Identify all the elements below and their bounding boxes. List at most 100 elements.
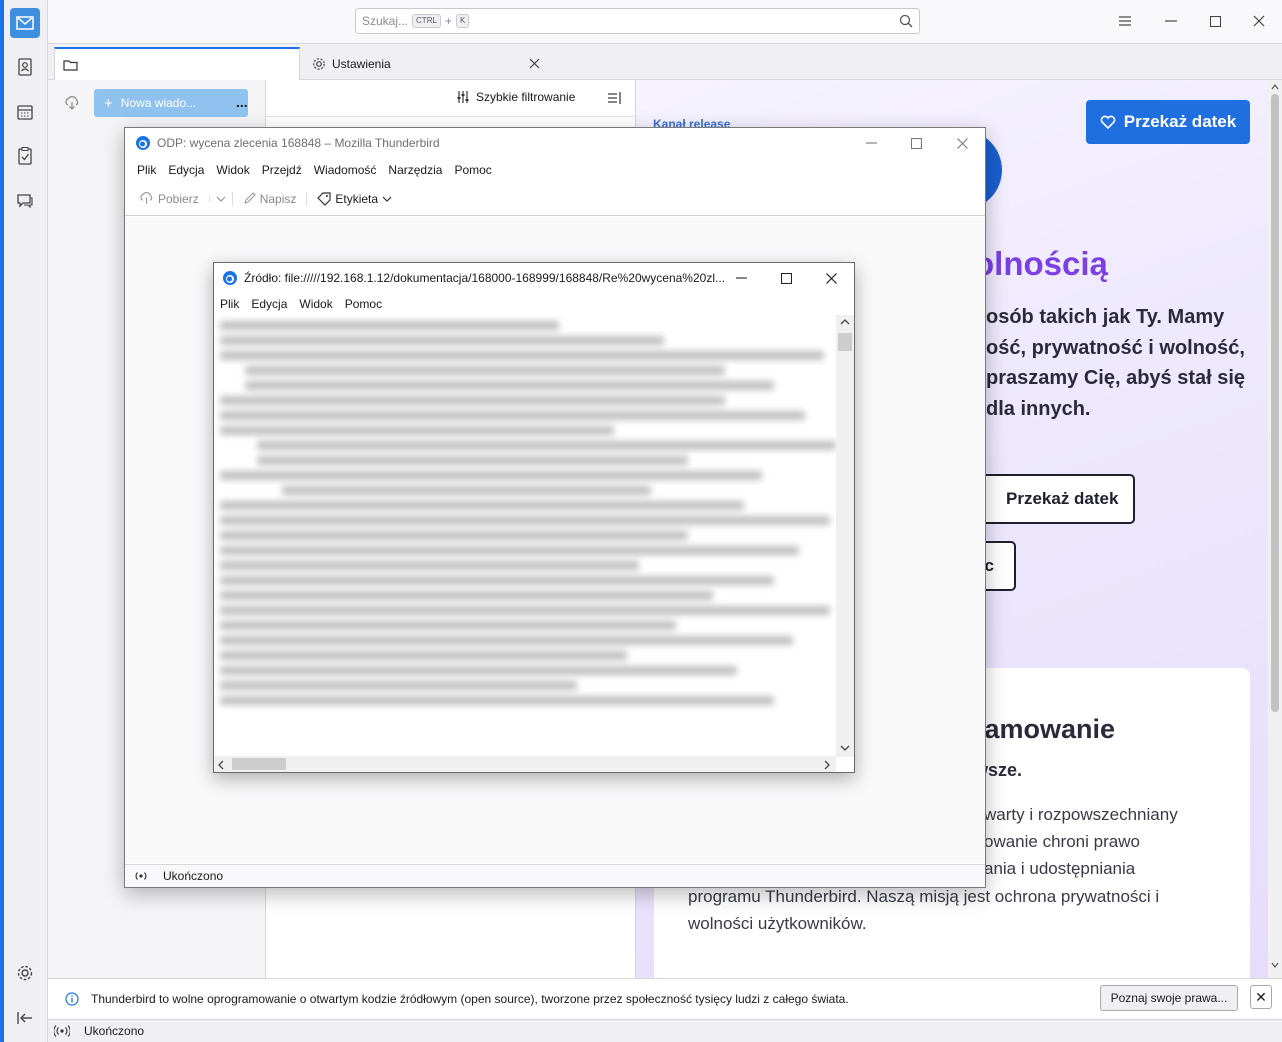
menu-go[interactable]: Przejdź	[256, 163, 308, 177]
tab-mail[interactable]	[54, 47, 300, 80]
info-icon	[65, 991, 79, 1006]
src-maximize-icon[interactable]	[763, 263, 809, 293]
intro-line: praszamy Cię, abyś stał się	[986, 367, 1246, 389]
msg-close-icon[interactable]	[939, 128, 985, 158]
menu-tools[interactable]: Narzędzia	[382, 163, 448, 177]
notification-text: Thunderbird to wolne oprogramowanie o ot…	[91, 991, 849, 1006]
src-menu-file[interactable]: Plik	[216, 297, 243, 311]
scroll-thumb[interactable]	[838, 333, 852, 351]
card-heading: ramowanie	[974, 714, 1116, 744]
card-text-line: warty i rozpowszechniany	[984, 805, 1178, 824]
mail-icon[interactable]	[10, 8, 40, 38]
know-your-rights-button[interactable]: Poznaj swoje prawa...	[1100, 985, 1238, 1011]
intro-line: dla innych.	[986, 398, 1091, 420]
new-message-button[interactable]: + Nowa wiado...	[94, 89, 248, 117]
menu-view[interactable]: Widok	[210, 163, 255, 177]
page-heading: olnością	[974, 245, 1108, 282]
app-menu-icon[interactable]	[1110, 8, 1140, 34]
source-horizontal-scrollbar[interactable]	[214, 756, 836, 772]
quick-filter-label: Szybkie filtrowanie	[476, 90, 576, 104]
tag-dropdown-icon	[382, 196, 392, 202]
collapse-sidebar-icon[interactable]	[10, 1003, 40, 1033]
know-your-rights-label: Poznaj swoje prawa...	[1110, 991, 1228, 1005]
scroll-down-icon[interactable]	[840, 745, 850, 751]
online-status-icon[interactable]	[54, 1025, 70, 1037]
card-text-line: programu Thunderbird. Naszą misją jest o…	[688, 887, 1160, 906]
write-button[interactable]: Napisz	[231, 191, 301, 206]
search-icon	[899, 14, 913, 28]
intro-line: osób takich jak Ty. Mamy	[986, 306, 1225, 328]
maximize-icon[interactable]	[1200, 8, 1230, 34]
write-label: Napisz	[259, 191, 297, 206]
content-scrollbar[interactable]	[1268, 80, 1282, 978]
scroll-left-icon[interactable]	[218, 760, 224, 770]
menu-message[interactable]: Wiadomość	[308, 163, 383, 177]
plus-icon: +	[104, 94, 113, 112]
tab-close-icon[interactable]	[529, 58, 540, 69]
scroll-right-icon[interactable]	[824, 760, 830, 770]
src-menu-view[interactable]: Widok	[295, 297, 336, 311]
thunderbird-icon	[222, 270, 238, 286]
donate-button-mid[interactable]: Przekaż datek	[966, 474, 1135, 524]
calendar-icon[interactable]	[10, 97, 40, 127]
menu-help[interactable]: Pomoc	[448, 163, 497, 177]
titlebar: Szukaj... CTRL + K	[48, 0, 1282, 44]
settings-gear-icon[interactable]	[10, 958, 40, 988]
close-icon[interactable]	[1244, 8, 1274, 34]
source-text-blurred	[220, 315, 836, 757]
get-messages-button[interactable]: Pobierz	[135, 192, 203, 206]
heart-icon	[1100, 115, 1116, 129]
donate-button-mid-label: Przekaż datek	[1006, 489, 1119, 508]
shortcut-key: K	[455, 14, 470, 28]
msg-maximize-icon[interactable]	[893, 128, 939, 158]
minimize-icon[interactable]	[1156, 8, 1186, 34]
folder-icon	[63, 59, 78, 71]
more-options-button[interactable]: ...	[236, 94, 248, 110]
tag-button[interactable]: Etykieta	[306, 191, 396, 206]
address-book-icon[interactable]	[10, 52, 40, 82]
tab-bar: Ustawienia	[48, 44, 1282, 80]
src-close-icon[interactable]	[808, 263, 854, 293]
src-minimize-icon[interactable]	[718, 263, 764, 293]
scroll-thumb[interactable]	[232, 758, 286, 770]
source-menubar: Plik Edycja Widok Pomoc	[214, 293, 854, 315]
get-messages-dropdown-icon[interactable]	[208, 195, 226, 202]
get-messages-label: Pobierz	[158, 191, 199, 206]
gear-icon	[312, 57, 326, 71]
scroll-up-icon[interactable]	[840, 319, 850, 325]
scroll-down-icon[interactable]	[1271, 962, 1279, 968]
msg-minimize-icon[interactable]	[848, 128, 894, 158]
shortcut-plus: +	[444, 14, 452, 28]
tab-settings[interactable]: Ustawienia	[304, 47, 554, 80]
quick-filter-button[interactable]: Szybkie filtrowanie	[456, 90, 575, 104]
search-input[interactable]: Szukaj... CTRL + K	[355, 8, 920, 34]
donate-button-top[interactable]: Przekaż datek	[1086, 100, 1250, 144]
status-bar: Ukończono	[48, 1019, 1282, 1042]
get-messages-icon[interactable]	[64, 96, 80, 110]
menu-file[interactable]: Plik	[131, 163, 162, 177]
scroll-thumb[interactable]	[1271, 94, 1279, 712]
tag-icon	[317, 191, 331, 206]
donate-button-top-label: Przekaż datek	[1123, 112, 1237, 131]
src-menu-edit[interactable]: Edycja	[247, 297, 291, 311]
notification-close-button[interactable]: ✕	[1250, 985, 1272, 1009]
chat-icon[interactable]	[10, 186, 40, 216]
status-text: Ukończono	[84, 1024, 145, 1038]
spaces-toolbar	[0, 0, 48, 1042]
message-status-bar: Ukończono	[125, 864, 985, 887]
scroll-up-icon[interactable]	[1271, 84, 1279, 90]
message-window-title: ODP: wycena zlecenia 168848 – Mozilla Th…	[157, 136, 440, 150]
card-text-line: ania i udostępniania	[984, 859, 1136, 878]
shortcut-key: CTRL	[412, 14, 441, 28]
new-message-label: Nowa wiado...	[120, 96, 197, 110]
message-toolbar: Pobierz Napisz Etykieta	[125, 182, 985, 216]
search-placeholder: Szukaj...	[362, 14, 409, 28]
source-vertical-scrollbar[interactable]	[836, 315, 854, 757]
display-options-icon[interactable]	[608, 91, 622, 105]
pencil-icon	[243, 192, 256, 205]
menu-edit[interactable]: Edycja	[162, 163, 210, 177]
tab-settings-label: Ustawienia	[332, 56, 391, 71]
tasks-icon[interactable]	[10, 141, 40, 171]
tag-label: Etykieta	[335, 191, 379, 206]
src-menu-help[interactable]: Pomoc	[341, 297, 386, 311]
